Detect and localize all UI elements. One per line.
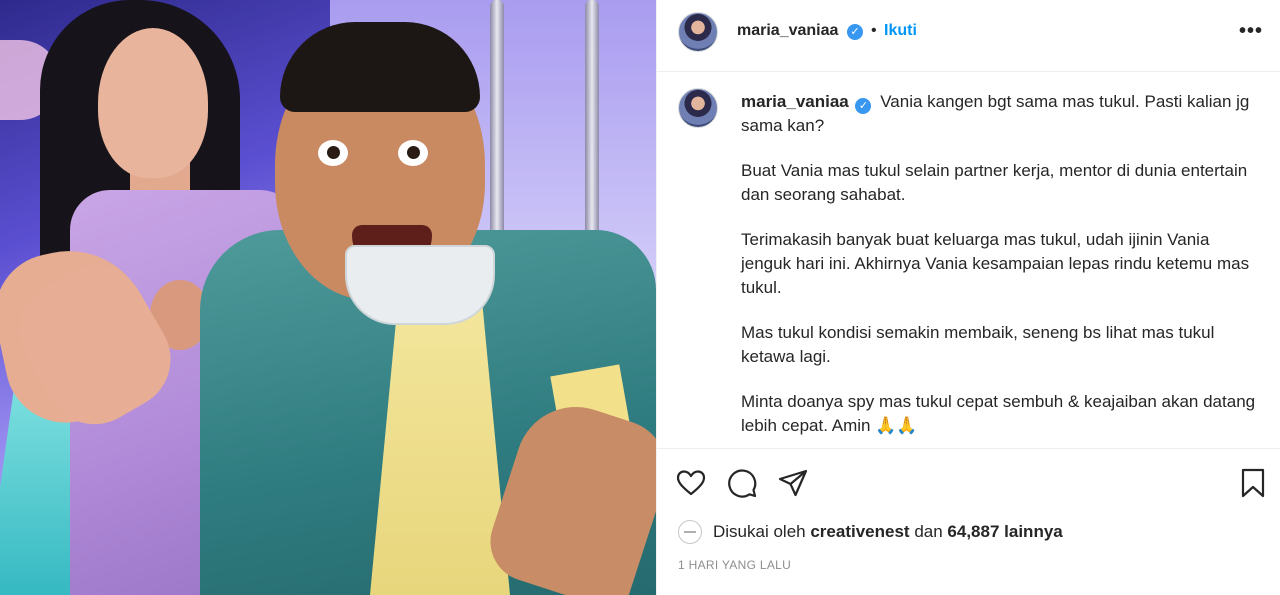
comment-icon[interactable] xyxy=(726,467,758,499)
separator-dot: • xyxy=(871,22,877,39)
caption-paragraph: Terimakasih banyak buat keluarga mas tuk… xyxy=(741,230,1250,297)
post-header: maria_vaniaa ✓ • Ikuti ••• xyxy=(657,0,1280,72)
caption-paragraph: Minta doanya spy mas tukul cepat sembuh … xyxy=(741,392,1256,435)
likes-connector: dan xyxy=(914,522,943,541)
caption-username[interactable]: maria_vaniaa xyxy=(741,92,849,111)
liked-by-username[interactable]: creativenest xyxy=(810,522,909,541)
post-detail-panel: maria_vaniaa ✓ • Ikuti ••• maria_vaniaa … xyxy=(656,0,1280,595)
caption-text: maria_vaniaa ✓ Vania kangen bgt sama mas… xyxy=(741,90,1261,438)
man-eye xyxy=(398,140,428,166)
action-bar xyxy=(657,448,1280,516)
caption-section: maria_vaniaa ✓ Vania kangen bgt sama mas… xyxy=(657,72,1280,448)
share-icon[interactable] xyxy=(777,467,809,499)
verified-badge-icon: ✓ xyxy=(855,98,872,114)
man-eye xyxy=(318,140,348,166)
more-options-icon[interactable]: ••• xyxy=(1239,20,1263,43)
likes-count[interactable]: 64,887 xyxy=(947,522,999,541)
post-timestamp[interactable]: 1 HARI YANG LALU xyxy=(678,558,791,572)
heart-icon[interactable] xyxy=(675,467,707,499)
caption-author-avatar[interactable] xyxy=(678,88,718,128)
woman-face xyxy=(98,28,208,178)
follow-button[interactable]: Ikuti xyxy=(884,22,917,40)
bookmark-icon[interactable] xyxy=(1237,467,1269,499)
caption-paragraph: Buat Vania mas tukul selain partner kerj… xyxy=(741,161,1248,204)
likes-text[interactable]: Disukai oleh creativenest dan 64,887 lai… xyxy=(713,522,1063,542)
verified-badge-icon: ✓ xyxy=(847,24,863,40)
caption-paragraph: Mas tukul kondisi semakin membaik, senen… xyxy=(741,323,1215,366)
author-avatar[interactable] xyxy=(678,12,718,52)
face-mask xyxy=(345,245,495,325)
likes-prefix: Disukai oleh xyxy=(713,522,806,541)
likes-suffix[interactable]: lainnya xyxy=(1004,522,1063,541)
post-photo[interactable] xyxy=(0,0,656,595)
caption-paragraph: maria_vaniaa ✓ Vania kangen bgt sama mas… xyxy=(741,90,1261,138)
author-username[interactable]: maria_vaniaa xyxy=(737,22,838,40)
liker-avatar[interactable] xyxy=(678,520,702,544)
